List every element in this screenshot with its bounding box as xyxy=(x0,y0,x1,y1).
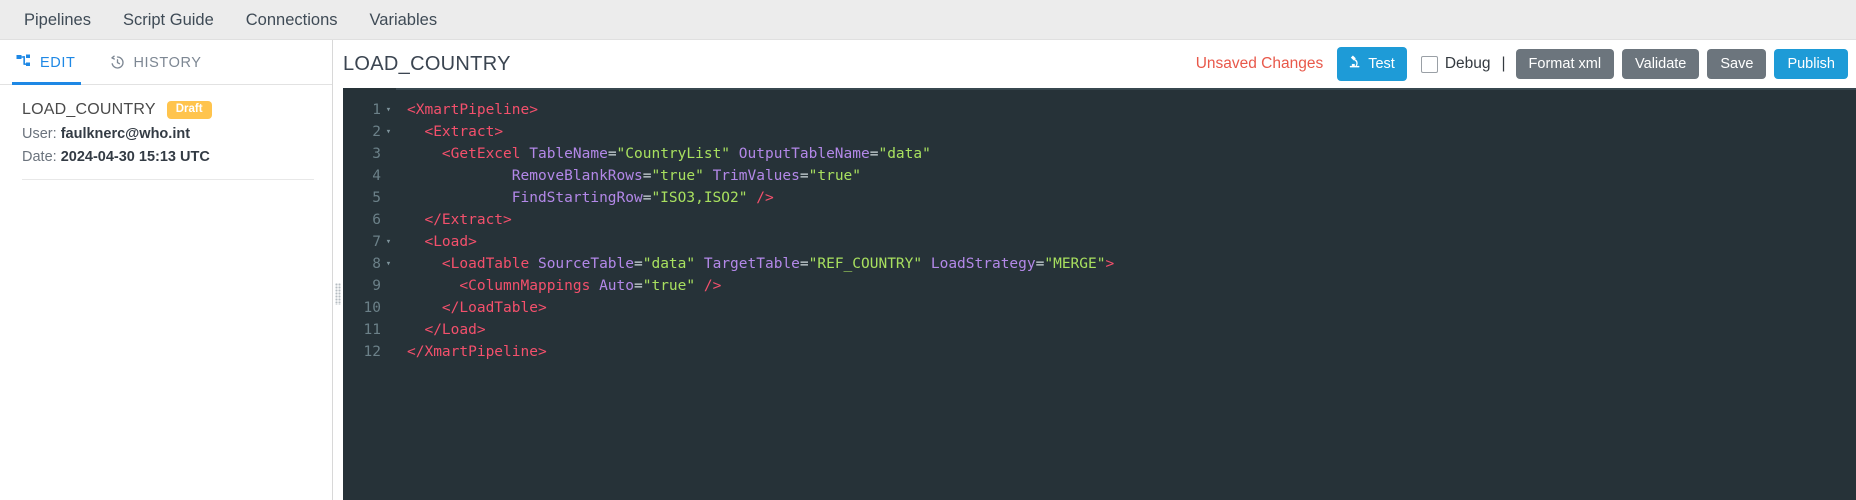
line-number-2: 2 ▾ xyxy=(343,121,396,143)
line-number-9: 9▾ xyxy=(372,278,381,294)
fold-toggle-icon-7[interactable]: ▾ xyxy=(384,231,393,253)
metadata-divider xyxy=(22,179,314,180)
code-line-9: <ColumnMappings Auto="true" /> xyxy=(459,278,722,294)
main-panel: LOAD_COUNTRY Unsaved Changes Test Debug xyxy=(333,40,1856,500)
line-number-3: 3▾ xyxy=(372,146,381,162)
line-number-7: 7 ▾ xyxy=(343,231,396,253)
code-line-7: <Load> xyxy=(424,234,477,250)
editor-resize-handle[interactable] xyxy=(333,88,343,500)
drag-dots-icon xyxy=(335,283,341,305)
line-number-4: 4▾ xyxy=(372,168,381,184)
publish-button[interactable]: Publish xyxy=(1774,48,1848,80)
code-line-4: RemoveBlankRows="true" TrimValues="true" xyxy=(511,168,862,184)
code-line-10: </LoadTable> xyxy=(441,300,547,316)
code-line-8: <LoadTable SourceTable="data" TargetTabl… xyxy=(441,256,1115,272)
editor-container: 1▾2▾ 3▾ 4▾ 5▾ 6▾ 7▾8▾ 9▾ 10▾ 11▾ 12▾ <XmartPipeli… xyxy=(333,88,1856,500)
validate-button[interactable]: Validate xyxy=(1622,48,1700,80)
nav-item-pipelines[interactable]: Pipelines xyxy=(8,0,107,40)
code-line-11: </Load> xyxy=(424,322,486,338)
editor-line-number-gutter: 1▾2▾ 3▾ 4▾ 5▾ 6▾ 7▾8▾ 9▾ 10▾ 11▾ 12▾ xyxy=(343,88,396,500)
nav-item-variables[interactable]: Variables xyxy=(354,0,454,40)
editor-code-area[interactable]: <XmartPipeline> <Extract> <GetExcel Tabl… xyxy=(396,88,1856,500)
pipeline-user-value: faulknerc@who.int xyxy=(60,126,191,142)
code-line-2: <Extract> xyxy=(424,124,504,140)
editor-top-accent xyxy=(396,88,1856,90)
code-line-3: <GetExcel TableName="CountryList" Output… xyxy=(441,146,931,162)
status-badge: Draft xyxy=(166,101,212,119)
save-button[interactable]: Save xyxy=(1707,48,1767,80)
fold-toggle-icon-1[interactable]: ▾ xyxy=(384,99,393,121)
toolbar-separator: | xyxy=(1501,55,1506,72)
pipeline-date-label: Date: xyxy=(22,149,57,165)
nav-item-script-guide[interactable]: Script Guide xyxy=(107,0,230,40)
line-number-12: 12▾ xyxy=(363,344,381,360)
sidebar-tab-edit[interactable]: EDIT xyxy=(12,40,91,85)
xml-code-editor[interactable]: 1▾2▾ 3▾ 4▾ 5▾ 6▾ 7▾8▾ 9▾ 10▾ 11▾ 12▾ <XmartPipeli… xyxy=(343,88,1856,500)
sidebar-tab-history[interactable]: HISTORY xyxy=(105,40,217,85)
fold-toggle-icon-8[interactable]: ▾ xyxy=(384,253,393,275)
debug-checkbox[interactable] xyxy=(1420,55,1438,73)
pipeline-icon xyxy=(16,54,33,71)
line-number-10: 10▾ xyxy=(363,300,381,316)
sidebar-tab-edit-label: EDIT xyxy=(40,54,76,71)
pipeline-name: LOAD_COUNTRY xyxy=(22,101,156,118)
pipeline-date-row: Date: 2024-04-30 15:13 UTC xyxy=(22,149,314,165)
page-title: LOAD_COUNTRY xyxy=(343,52,511,75)
pipeline-date-value: 2024-04-30 15:13 UTC xyxy=(60,149,210,165)
pipeline-user-label: User: xyxy=(22,126,57,142)
line-number-11: 11▾ xyxy=(363,322,381,338)
microscope-icon xyxy=(1347,54,1362,74)
code-line-12: </XmartPipeline> xyxy=(407,344,547,360)
pipeline-title-row: LOAD_COUNTRY Draft xyxy=(22,101,314,119)
format-xml-button[interactable]: Format xml xyxy=(1515,48,1615,80)
debug-label: Debug xyxy=(1444,55,1491,72)
code-line-6: </Extract> xyxy=(424,212,512,228)
code-line-5: FindStartingRow="ISO3,ISO2" /> xyxy=(511,190,774,206)
top-navigation-bar: Pipelines Script Guide Connections Varia… xyxy=(0,0,1856,40)
sidebar: EDIT HISTORY LOAD_COUNTRY Draft User: fa… xyxy=(0,40,333,500)
line-number-6: 6▾ xyxy=(372,212,381,228)
page-body: EDIT HISTORY LOAD_COUNTRY Draft User: fa… xyxy=(0,40,1856,500)
editor-toolbar: LOAD_COUNTRY Unsaved Changes Test Debug xyxy=(333,40,1856,88)
line-number-5: 5▾ xyxy=(372,190,381,206)
pipeline-metadata-panel: LOAD_COUNTRY Draft User: faulknerc@who.i… xyxy=(0,85,332,500)
line-number-1: 1 ▾ xyxy=(343,99,396,121)
fold-toggle-icon-2[interactable]: ▾ xyxy=(384,121,393,143)
test-button[interactable]: Test xyxy=(1337,47,1407,81)
nav-item-connections[interactable]: Connections xyxy=(230,0,354,40)
line-number-8: 8 ▾ xyxy=(343,253,396,275)
code-line-1: <XmartPipeline> xyxy=(407,102,538,118)
test-button-label: Test xyxy=(1368,55,1395,72)
history-clock-icon xyxy=(109,54,126,71)
sidebar-tab-bar: EDIT HISTORY xyxy=(0,40,332,85)
sidebar-tab-history-label: HISTORY xyxy=(133,54,202,71)
pipeline-user-row: User: faulknerc@who.int xyxy=(22,126,314,142)
debug-toggle-group: Debug | xyxy=(1420,55,1506,73)
unsaved-changes-status: Unsaved Changes xyxy=(1195,55,1324,72)
